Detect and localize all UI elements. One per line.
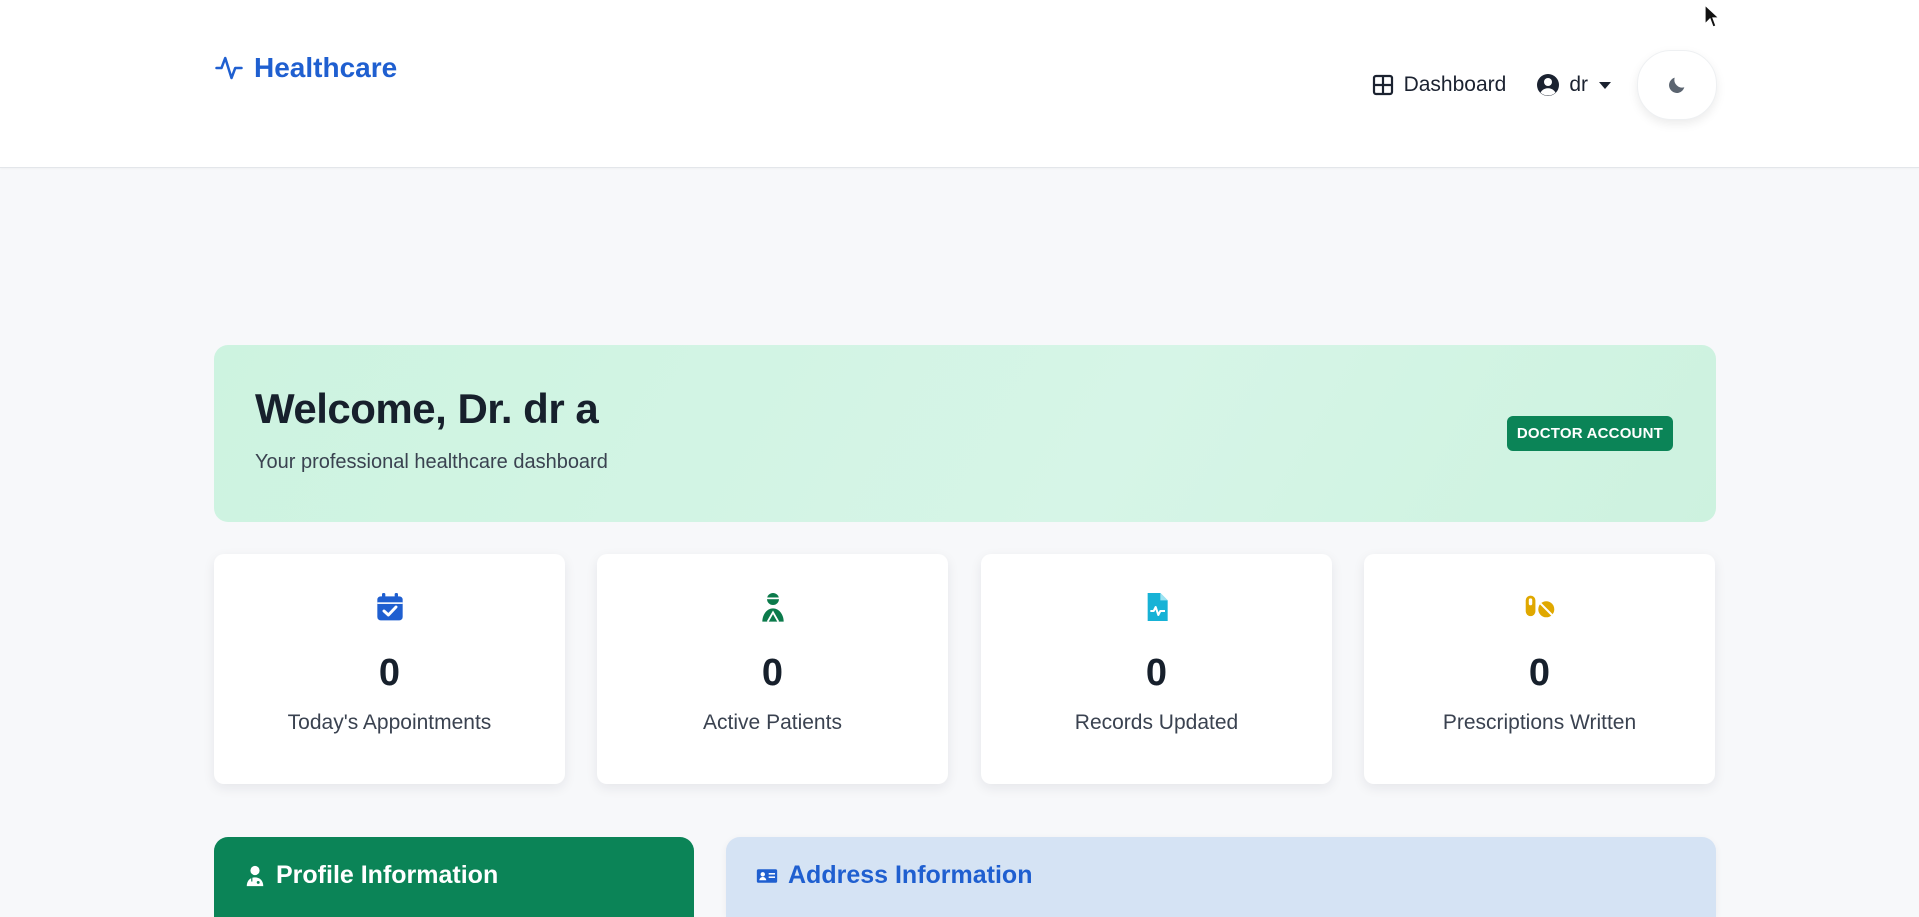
file-medical-icon	[1147, 593, 1168, 621]
user-name: dr	[1569, 73, 1588, 96]
navbar: Healthcare Dashboard dr	[0, 0, 1919, 168]
user-doctor-icon	[246, 865, 264, 886]
stat-label: Active Patients	[703, 711, 842, 734]
user-dropdown[interactable]: dr	[1536, 73, 1611, 97]
stat-card-prescriptions: 0 Prescriptions Written	[1364, 554, 1715, 784]
profile-panel-title: Profile Information	[276, 861, 499, 889]
nav-right: Dashboard dr	[1371, 50, 1717, 120]
grid-icon	[1372, 74, 1393, 96]
welcome-subtitle: Your professional healthcare dashboard	[255, 451, 608, 473]
calendar-check-icon	[376, 593, 403, 621]
stat-card-appointments: 0 Today's Appointments	[214, 554, 565, 784]
welcome-title: Welcome, Dr. dr a	[255, 385, 599, 432]
stat-label: Today's Appointments	[287, 711, 492, 734]
stat-value: 0	[761, 652, 784, 694]
stat-card-records: 0 Records Updated	[981, 554, 1332, 784]
brand-link[interactable]: Healthcare	[214, 52, 397, 84]
mouse-cursor-icon	[1704, 4, 1721, 28]
address-panel-header: Address Information	[756, 861, 1032, 890]
stat-card-patients: 0 Active Patients	[597, 554, 948, 784]
chevron-down-icon	[1599, 81, 1611, 89]
moon-icon	[1669, 77, 1685, 93]
stat-value: 0	[378, 652, 401, 694]
profile-panel-header: Profile Information	[244, 861, 498, 890]
address-panel-title: Address Information	[788, 861, 1033, 889]
dashboard-link[interactable]: Dashboard	[1371, 73, 1507, 97]
stat-value: 0	[1145, 652, 1168, 694]
pills-icon	[1525, 595, 1554, 618]
dashboard-link-label: Dashboard	[1403, 73, 1507, 96]
account-type-badge: DOCTOR ACCOUNT	[1506, 416, 1673, 451]
brand-label: Healthcare	[254, 52, 398, 83]
stat-label: Prescriptions Written	[1442, 711, 1637, 734]
theme-toggle-button[interactable]	[1637, 50, 1717, 120]
profile-panel: Profile Information	[214, 837, 694, 917]
user-circle-icon	[1537, 74, 1560, 96]
stat-label: Records Updated	[1074, 711, 1239, 734]
address-panel: Address Information	[726, 837, 1716, 917]
welcome-banner: Welcome, Dr. dr a Your professional heal…	[214, 345, 1716, 522]
stat-value: 0	[1528, 652, 1551, 694]
user-injured-icon	[761, 593, 784, 623]
heartbeat-icon	[215, 56, 243, 80]
id-card-icon	[756, 868, 778, 883]
